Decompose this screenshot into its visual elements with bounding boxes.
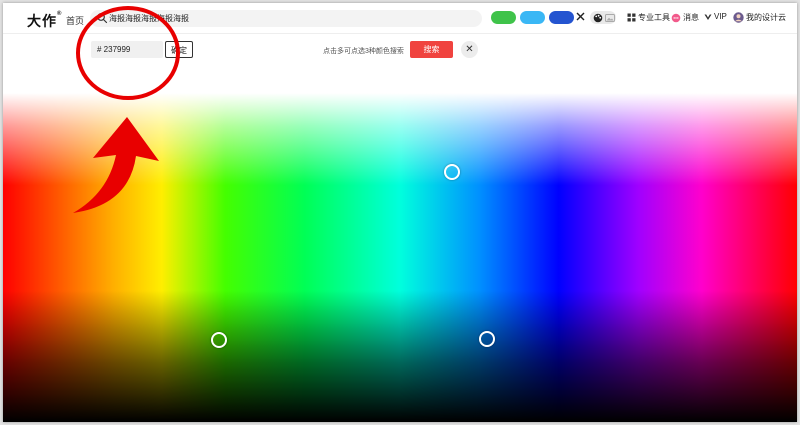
palette-icon [593, 13, 603, 22]
menu-my-designs[interactable]: 我的设计云 [733, 12, 786, 23]
hex-color-input[interactable]: # 237999 [91, 41, 163, 58]
close-icon [576, 12, 585, 21]
confirm-button[interactable]: 确定 [165, 41, 193, 58]
nav-home-link[interactable]: 首页 [66, 14, 84, 27]
search-query-text: 海报海报海报海报海报 [109, 14, 189, 23]
selected-color-swatch-green[interactable] [491, 11, 516, 24]
image-icon [605, 13, 615, 22]
clear-colors-button[interactable] [576, 12, 585, 24]
menu-vip-label: VIP [714, 12, 727, 21]
menu-messages-label: 消息 [683, 13, 699, 22]
menu-pro-tools-label: 专业工具 [638, 13, 670, 22]
selected-color-swatch-light-blue[interactable] [520, 11, 545, 24]
spectrum-darkness-overlay [3, 93, 797, 422]
search-mode-toggle[interactable] [590, 11, 616, 24]
close-picker-button[interactable]: ✕ [461, 41, 478, 58]
menu-vip[interactable]: VIP [704, 12, 727, 21]
top-navigation-bar: 大作® 首页 海报海报海报海报海报 专业工具 消息 VIP 我的设计云 [3, 3, 797, 34]
search-input[interactable]: 海报海报海报海报海报 [90, 10, 482, 27]
message-icon [671, 13, 681, 22]
app-window: 大作® 首页 海报海报海报海报海报 专业工具 消息 VIP 我的设计云 # 23… [3, 3, 797, 422]
search-icon [97, 13, 108, 24]
color-pick-hint: 点击多可点选3种颜色搜索 [323, 48, 404, 55]
selected-color-swatch-blue[interactable] [549, 11, 574, 24]
color-picker-handle-light-blue[interactable] [444, 164, 460, 180]
color-search-button[interactable]: 搜索 [410, 41, 453, 58]
vip-icon [704, 14, 712, 20]
avatar [733, 12, 744, 23]
color-picker-handle-blue[interactable] [479, 331, 495, 347]
color-picker-handle-green[interactable] [211, 332, 227, 348]
tool-icon [627, 13, 636, 22]
color-spectrum[interactable] [3, 93, 797, 422]
logo[interactable]: 大作® [27, 11, 62, 31]
menu-my-designs-label: 我的设计云 [746, 13, 786, 22]
menu-messages[interactable]: 消息 [671, 12, 699, 23]
logo-text: 大作 [27, 13, 57, 29]
menu-pro-tools[interactable]: 专业工具 [627, 12, 670, 23]
logo-mark: ® [57, 11, 63, 17]
hex-color-value: # 237999 [97, 45, 131, 54]
